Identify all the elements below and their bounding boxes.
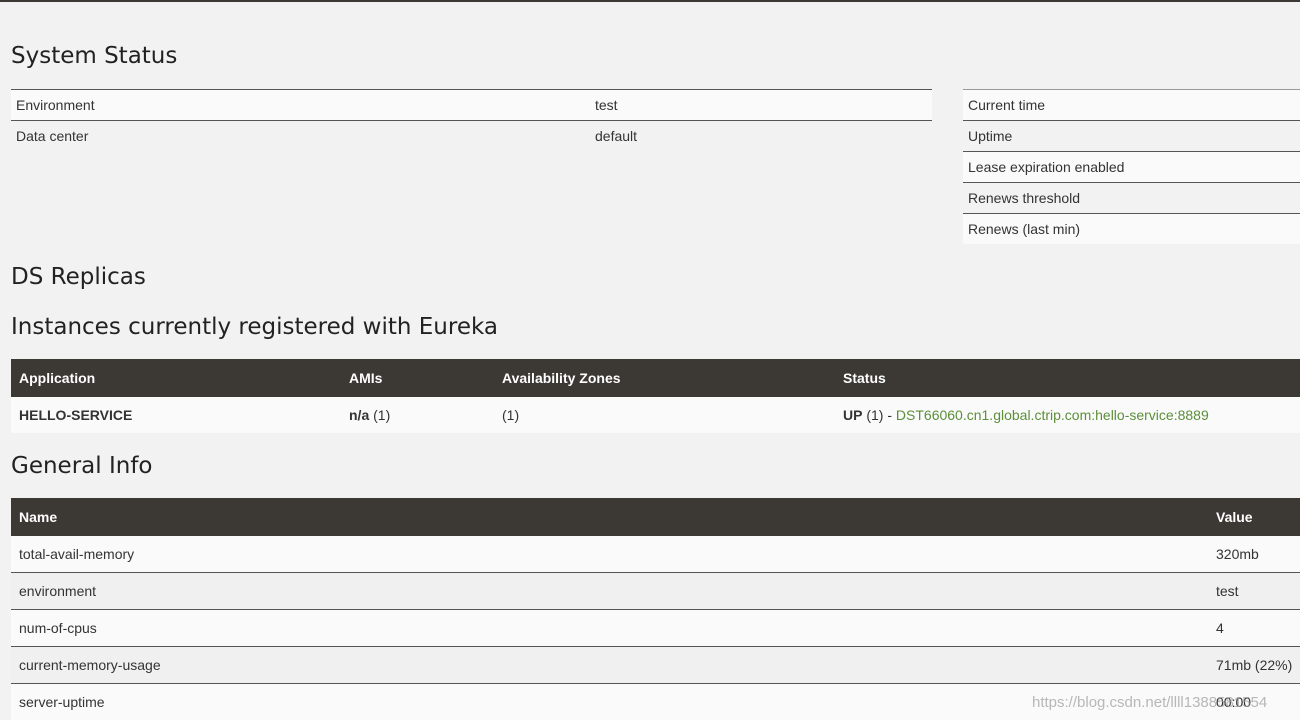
- status-name: Data center: [16, 128, 89, 144]
- status-name: Environment: [16, 97, 95, 113]
- status-row-environment: Environment test: [11, 89, 932, 120]
- table-row: num-of-cpus 4: [11, 610, 1300, 647]
- table-row: environment test: [11, 573, 1300, 610]
- system-status-title: System Status: [11, 43, 178, 69]
- info-name: total-avail-memory: [19, 546, 135, 562]
- header-value: Value: [1216, 509, 1253, 525]
- info-name: current-memory-usage: [19, 657, 161, 673]
- header-amis: AMIs: [349, 370, 383, 386]
- watermark: https://blog.csdn.net/llll1388581554: [1032, 694, 1268, 711]
- general-info-title: General Info: [11, 453, 153, 479]
- status-name: Renews threshold: [968, 190, 1081, 206]
- instance-link[interactable]: DST66060.cn1.global.ctrip.com:hello-serv…: [896, 407, 1209, 423]
- application-name: HELLO-SERVICE: [19, 407, 133, 423]
- ami-value: n/a: [349, 407, 370, 423]
- instances-table-header: Application AMIs Availability Zones Stat…: [11, 359, 1300, 397]
- status-row-uptime: Uptime: [963, 120, 1300, 151]
- status-value: test: [595, 97, 618, 113]
- system-status-right-table: Current time Uptime Lease expiration ena…: [963, 89, 1300, 244]
- general-info-table: Name Value total-avail-memory 320mb envi…: [11, 498, 1300, 720]
- general-info-body: total-avail-memory 320mb environment tes…: [11, 536, 1300, 720]
- info-name: environment: [19, 583, 97, 599]
- table-row: total-avail-memory 320mb: [11, 536, 1300, 573]
- info-name: server-uptime: [19, 694, 105, 710]
- status-row-renews-threshold: Renews threshold: [963, 182, 1300, 213]
- instances-table: Application AMIs Availability Zones Stat…: [11, 359, 1300, 433]
- status-value: default: [595, 128, 638, 144]
- status-row-current-time: Current time: [963, 89, 1300, 120]
- ami-cell: n/a (1): [341, 407, 494, 423]
- zone-cell: (1): [502, 407, 520, 423]
- info-value: test: [1216, 583, 1239, 599]
- table-row: current-memory-usage 71mb (22%): [11, 647, 1300, 684]
- general-info-header: Name Value: [11, 498, 1300, 536]
- ami-count: (1): [369, 407, 391, 423]
- status-row-data-center: Data center default: [11, 120, 932, 151]
- system-status-left-table: Environment test Data center default: [11, 89, 932, 151]
- info-value: 320mb: [1216, 546, 1259, 562]
- status-count: (1) -: [862, 407, 896, 423]
- status-row-lease-expiration: Lease expiration enabled: [963, 151, 1300, 182]
- header-application: Application: [19, 370, 96, 386]
- status-name: Lease expiration enabled: [968, 159, 1125, 175]
- header-availability-zones: Availability Zones: [502, 370, 621, 386]
- info-name: num-of-cpus: [19, 620, 97, 636]
- info-value: 71mb (22%): [1216, 657, 1293, 673]
- header-name: Name: [19, 509, 58, 525]
- eureka-dashboard: System Status Environment test Data cent…: [0, 0, 1300, 720]
- instances-title: Instances currently registered with Eure…: [11, 314, 498, 340]
- status-name: Renews (last min): [968, 221, 1081, 237]
- status-cell: UP (1) - DST66060.cn1.global.ctrip.com:h…: [835, 407, 1300, 423]
- info-value: 4: [1216, 620, 1224, 636]
- status-value: UP: [843, 407, 863, 423]
- header-status: Status: [843, 370, 886, 386]
- table-row: HELLO-SERVICE n/a (1) (1) UP (1) - DST66…: [11, 397, 1300, 433]
- status-row-renews-last-min: Renews (last min): [963, 213, 1300, 244]
- status-name: Uptime: [968, 128, 1013, 144]
- ds-replicas-title: DS Replicas: [11, 264, 146, 290]
- status-name: Current time: [968, 97, 1046, 113]
